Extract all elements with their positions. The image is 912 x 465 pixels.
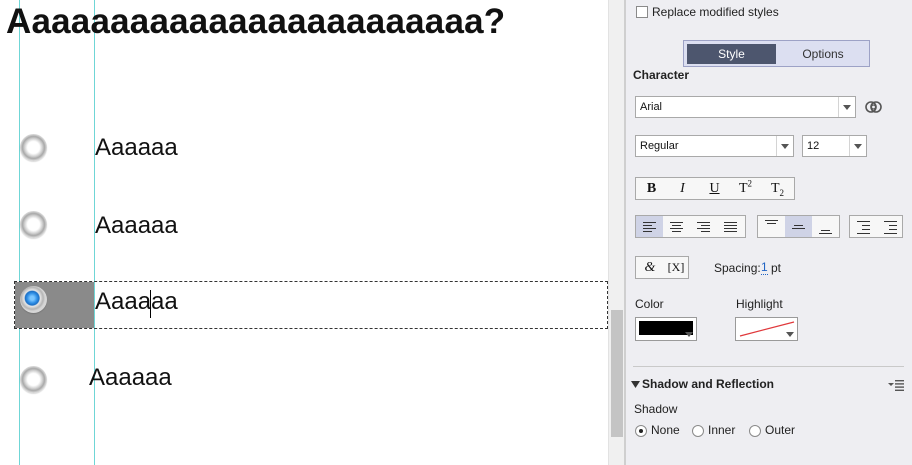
font-size-select[interactable]: 12: [802, 135, 867, 157]
superscript-button[interactable]: T2: [732, 178, 759, 199]
shadow-inner-radio[interactable]: [692, 425, 704, 437]
font-family-select[interactable]: Arial: [635, 96, 856, 118]
font-size-value: 12: [807, 140, 820, 152]
horizontal-align-group: [635, 215, 746, 238]
color-label: Color: [635, 297, 664, 311]
superscript-base: T: [738, 181, 748, 196]
underline-button[interactable]: U: [701, 178, 728, 199]
shadow-none-radio[interactable]: [635, 425, 647, 437]
shadow-label: Shadow: [634, 402, 678, 416]
character-section-title: Character: [633, 68, 690, 82]
chevron-down-icon: [838, 97, 855, 117]
italic-button[interactable]: I: [669, 178, 696, 199]
insert-symbol-button[interactable]: &: [637, 257, 663, 278]
highlight-label: Highlight: [736, 297, 783, 311]
shadow-inner-label[interactable]: Inner: [708, 423, 735, 437]
increase-indent-icon[interactable]: [877, 216, 904, 237]
tab-style[interactable]: Style: [687, 44, 776, 64]
align-justify-icon[interactable]: [717, 216, 744, 237]
collapse-triangle-icon[interactable]: [631, 381, 640, 389]
shadow-outer-label[interactable]: Outer: [765, 423, 795, 437]
section-menu-icon[interactable]: [888, 380, 904, 391]
answer-radio-1[interactable]: [20, 134, 47, 161]
answer-radio-4[interactable]: [20, 366, 47, 393]
section-divider: [633, 366, 904, 367]
slide-canvas[interactable]: Aaaaaaaaaaaaaaaaaaaaaaaa? Aaaaaa Aaaaaa …: [0, 0, 608, 465]
superscript-mark: 2: [747, 178, 753, 189]
decrease-indent-icon[interactable]: [850, 216, 877, 237]
font-style-select[interactable]: Regular: [635, 135, 794, 157]
shadow-outer-radio[interactable]: [749, 425, 761, 437]
indent-group: [849, 215, 903, 238]
chevron-down-icon: [776, 136, 793, 156]
spacing-unit: pt: [771, 261, 782, 275]
spacing-label: Spacing:: [714, 261, 761, 275]
vertical-guide-left: [19, 0, 20, 465]
answer-label-4[interactable]: Aaaaaa: [89, 364, 172, 392]
align-top-icon[interactable]: [758, 216, 785, 237]
answer-label-2[interactable]: Aaaaaa: [95, 212, 178, 240]
canvas-scrollbar[interactable]: [608, 0, 624, 465]
font-style-value: Regular: [640, 140, 679, 152]
tab-options[interactable]: Options: [780, 44, 866, 64]
answer-label-3[interactable]: Aaaaaa: [95, 288, 178, 316]
highlight-color-picker[interactable]: [735, 317, 798, 341]
vertical-align-group: [757, 215, 840, 238]
scrollbar-thumb[interactable]: [611, 310, 623, 437]
text-caret: [150, 290, 151, 318]
text-format-group: B I U T2 T2: [635, 177, 795, 200]
creative-cloud-fonts-icon[interactable]: [864, 98, 884, 116]
align-center-icon[interactable]: [663, 216, 690, 237]
font-family-value: Arial: [640, 101, 663, 113]
answer-label-1[interactable]: Aaaaaa: [95, 134, 178, 162]
subscript-mark: 2: [779, 187, 785, 198]
subscript-button[interactable]: T2: [764, 178, 791, 199]
chevron-down-icon: [849, 136, 866, 156]
align-left-icon[interactable]: [636, 216, 663, 237]
align-bottom-icon[interactable]: [812, 216, 839, 237]
insert-group: & [X]: [635, 256, 689, 279]
insert-variable-button[interactable]: [X]: [663, 257, 689, 278]
align-right-icon[interactable]: [690, 216, 717, 237]
align-middle-icon[interactable]: [785, 216, 812, 237]
spacing-value[interactable]: 1: [761, 261, 768, 275]
chevron-down-icon: [786, 332, 794, 337]
replace-styles-checkbox[interactable]: [636, 6, 648, 18]
subscript-base: T: [770, 181, 780, 196]
bold-button[interactable]: B: [638, 178, 665, 199]
question-text[interactable]: Aaaaaaaaaaaaaaaaaaaaaaaa?: [6, 2, 505, 42]
panel-tabs: Style Options: [683, 40, 870, 67]
shadow-none-label[interactable]: None: [651, 423, 680, 437]
answer-radio-2[interactable]: [20, 211, 47, 238]
answer-radio-3[interactable]: [20, 286, 47, 313]
replace-styles-label[interactable]: Replace modified styles: [652, 5, 779, 19]
text-color-picker[interactable]: [635, 317, 697, 341]
chevron-down-icon: [685, 332, 693, 337]
shadow-section-title[interactable]: Shadow and Reflection: [642, 377, 774, 391]
properties-panel: Replace modified styles Style Options Ch…: [626, 0, 912, 465]
